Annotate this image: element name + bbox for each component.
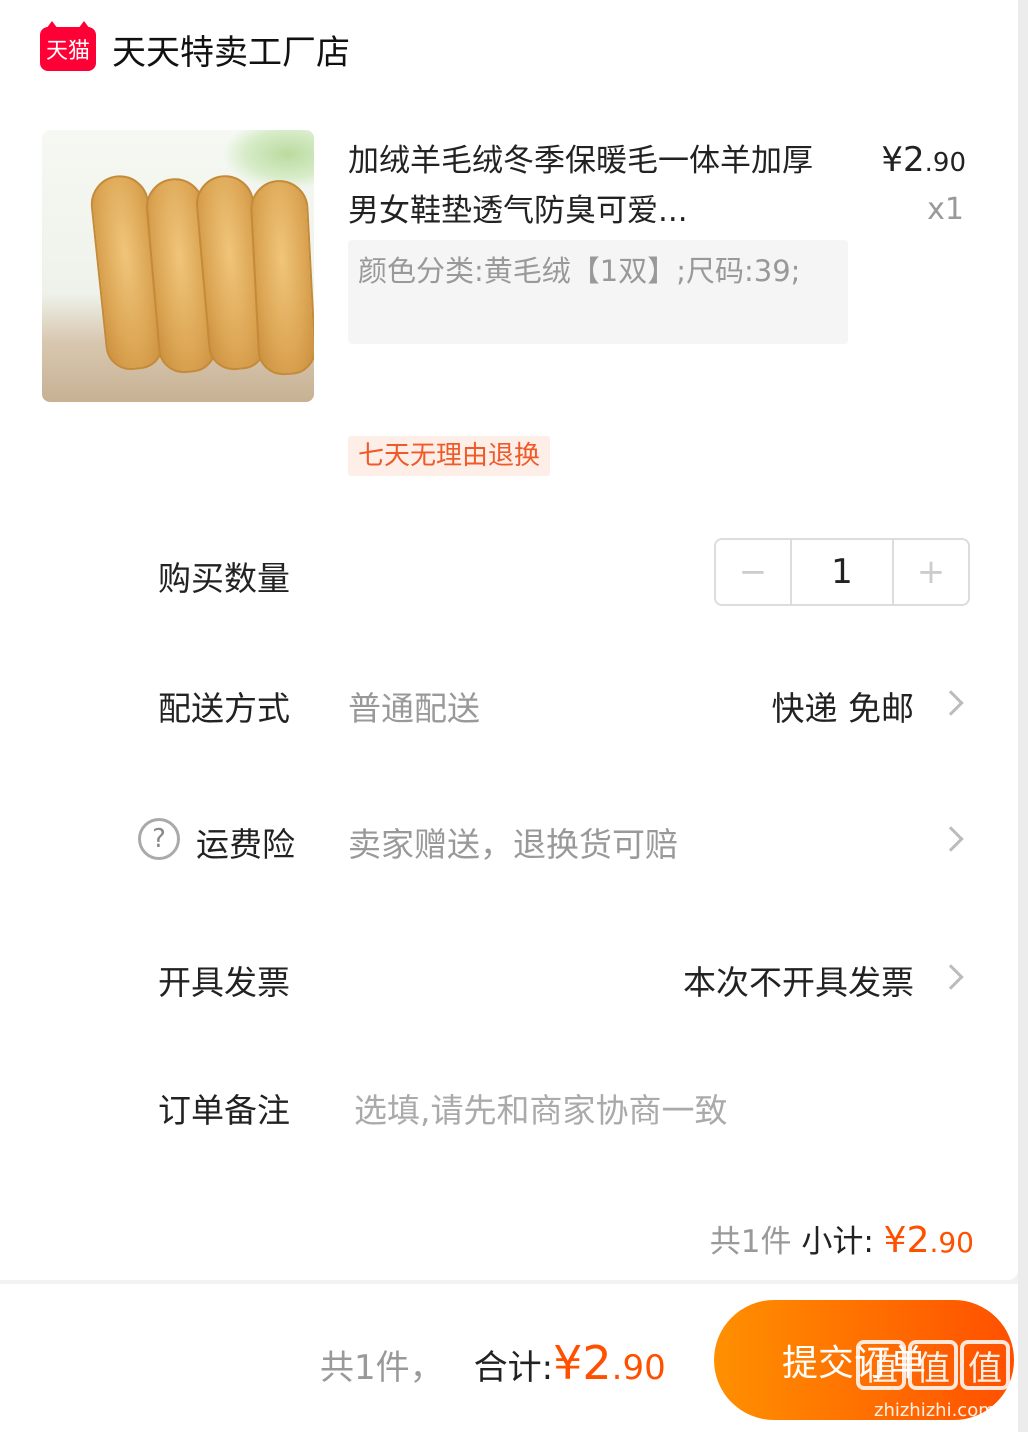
watermark-url: zhizhizhi.com: [874, 1400, 996, 1421]
chevron-right-icon[interactable]: [938, 690, 964, 716]
total-label: 合计:: [473, 1348, 554, 1388]
invoice-label: 开具发票: [158, 963, 290, 1002]
amount-integer: 2: [906, 1220, 930, 1261]
product-quantity-mark: x1: [927, 192, 964, 227]
chevron-right-icon[interactable]: [938, 964, 964, 990]
scrollbar-track: [1018, 0, 1028, 1432]
subtotal-amount: ¥2.90: [884, 1220, 974, 1261]
decrement-button[interactable]: −: [716, 540, 790, 604]
note-label: 订单备注: [158, 1091, 290, 1130]
product-price: ¥2.90: [881, 140, 966, 180]
watermark-logo: 值 值 值: [856, 1340, 1010, 1390]
price-integer: 2: [903, 140, 925, 180]
watermark-char: 值: [856, 1340, 906, 1390]
chevron-right-icon[interactable]: [938, 826, 964, 852]
order-total: 共1件， 合计: ¥2.90: [320, 1336, 666, 1390]
increment-button[interactable]: +: [894, 540, 968, 604]
subtotal: 共1件 小计: ¥2.90: [710, 1216, 974, 1261]
currency-symbol: ¥: [553, 1336, 583, 1390]
note-input[interactable]: 选填,请先和商家协商一致: [354, 1084, 728, 1132]
amount-integer: 2: [582, 1336, 612, 1390]
order-card: 天猫 天天特卖工厂店 加绒羊毛绒冬季保暖毛一体羊加厚男女鞋垫透气防臭可爱... …: [0, 0, 1018, 1280]
help-icon[interactable]: ?: [138, 818, 180, 860]
amount-decimal: .90: [929, 1226, 974, 1259]
insurance-value[interactable]: 卖家赠送，退换货可赔: [348, 818, 678, 866]
invoice-value[interactable]: 本次不开具发票: [683, 956, 914, 1004]
watermark-char: 值: [960, 1340, 1010, 1390]
insurance-label: 运费险: [196, 825, 295, 864]
total-amount: ¥2.90: [553, 1336, 666, 1390]
watermark-char: 值: [908, 1340, 958, 1390]
quantity-value[interactable]: 1: [790, 540, 894, 604]
subtotal-label: 小计:: [801, 1224, 874, 1260]
quantity-label: 购买数量: [158, 559, 290, 598]
subtotal-count: 共1件: [709, 1224, 792, 1260]
product-image[interactable]: [42, 130, 314, 402]
return-policy-badge: 七天无理由退换: [348, 436, 551, 476]
insole-shape: [248, 178, 314, 377]
sku-info: 颜色分类:黄毛绒【1双】;尺码:39;: [348, 240, 848, 344]
delivery-method: 普通配送: [348, 689, 480, 728]
price-symbol: ¥: [881, 140, 903, 180]
shop-header[interactable]: 天猫 天天特卖工厂店: [40, 21, 350, 74]
shop-name[interactable]: 天天特卖工厂店: [112, 25, 350, 74]
delivery-option[interactable]: 快递 免邮: [772, 682, 915, 730]
currency-symbol: ¥: [883, 1220, 907, 1261]
quantity-stepper[interactable]: − 1 +: [714, 538, 970, 606]
price-decimal: .90: [924, 148, 966, 178]
delivery-label: 配送方式: [158, 689, 290, 728]
tmall-logo-icon: 天猫: [40, 21, 96, 71]
product-title[interactable]: 加绒羊毛绒冬季保暖毛一体羊加厚男女鞋垫透气防臭可爱...: [348, 136, 828, 236]
total-count: 共1件，: [320, 1348, 444, 1388]
amount-decimal: .90: [611, 1348, 666, 1388]
